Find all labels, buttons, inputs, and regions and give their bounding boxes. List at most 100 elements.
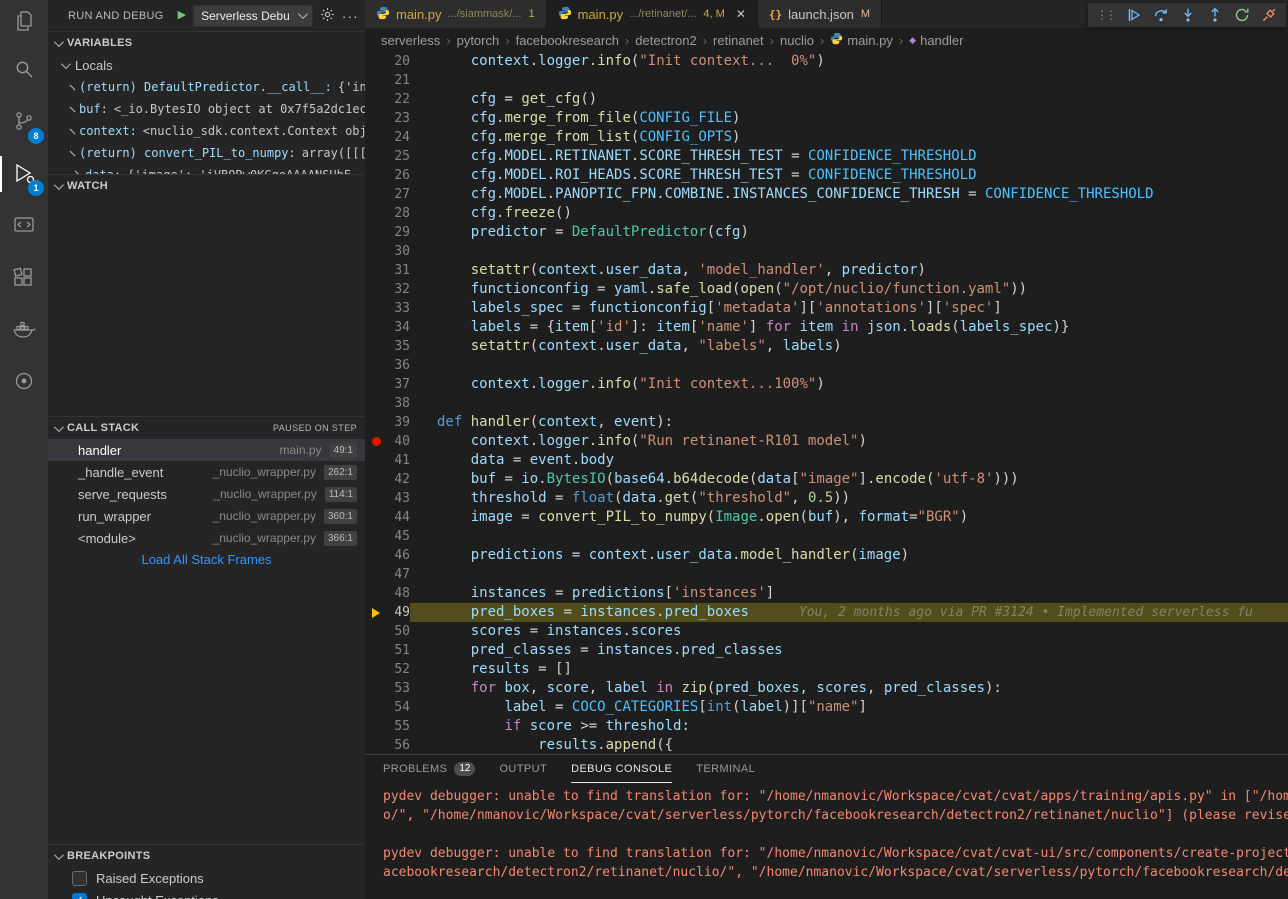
step-into-icon[interactable] — [1179, 6, 1197, 24]
code-line[interactable]: 36 — [365, 356, 1288, 375]
breadcrumb-item[interactable]: nuclio — [780, 33, 814, 48]
code-line[interactable]: 47 — [365, 565, 1288, 584]
watch-header[interactable]: WATCH — [48, 174, 365, 197]
code-line[interactable]: 30 — [365, 242, 1288, 261]
chevron-right-icon[interactable] — [70, 128, 76, 134]
activity-docker[interactable] — [0, 304, 48, 356]
code-line[interactable]: 49 pred_boxes = instances.pred_boxesYou,… — [365, 603, 1288, 622]
code-line[interactable]: 46 predictions = context.user_data.model… — [365, 546, 1288, 565]
breadcrumb-item[interactable]: detectron2 — [635, 33, 696, 48]
activity-remote-explorer[interactable] — [0, 200, 48, 252]
gear-icon[interactable] — [320, 7, 335, 25]
variable-row[interactable]: (return) convert_PIL_to_numpy: array([[[… — [48, 142, 365, 164]
code-line[interactable]: 42 buf = io.BytesIO(base64.b64decode(dat… — [365, 470, 1288, 489]
editor-tab-retinanet-main[interactable]: main.py .../retinanet/... 4, M ✕ — [547, 0, 758, 28]
code-line[interactable]: 26 cfg.MODEL.ROI_HEADS.SCORE_THRESH_TEST… — [365, 166, 1288, 185]
breadcrumb-item[interactable]: main.py — [830, 32, 893, 48]
activity-search[interactable] — [0, 44, 48, 96]
code-line[interactable]: 29 predictor = DefaultPredictor(cfg) — [365, 223, 1288, 242]
chevron-right-icon[interactable] — [70, 106, 76, 112]
checkbox[interactable]: ✓ — [72, 893, 87, 899]
variable-row[interactable]: context: <nuclio_sdk.context.Context obj… — [48, 120, 365, 142]
code-line[interactable]: 48 instances = predictions['instances'] — [365, 584, 1288, 603]
chevron-right-icon[interactable] — [70, 84, 76, 90]
activity-extensions[interactable] — [0, 252, 48, 304]
checkbox[interactable] — [72, 871, 87, 886]
activity-source-control[interactable]: 8 — [0, 96, 48, 148]
breakpoint-row[interactable]: Raised Exceptions — [48, 867, 365, 889]
restart-icon[interactable] — [1233, 6, 1251, 24]
code-line[interactable]: 51 pred_classes = instances.pred_classes — [365, 641, 1288, 660]
breakpoint-icon[interactable] — [372, 437, 381, 446]
code-line[interactable]: 25 cfg.MODEL.RETINANET.SCORE_THRESH_TEST… — [365, 147, 1288, 166]
breadcrumb-item[interactable]: ◆handler — [909, 33, 963, 48]
code-line[interactable]: 23 cfg.merge_from_file(CONFIG_FILE) — [365, 109, 1288, 128]
variable-row[interactable]: data: {'image': 'iVBORw0KGgoAAAANSUhE… — [48, 164, 365, 174]
call-stack-frame[interactable]: serve_requests_nuclio_wrapper.py114:1 — [48, 483, 365, 505]
code-line[interactable]: 33 labels_spec = functionconfig['metadat… — [365, 299, 1288, 318]
drag-grip-icon[interactable]: ⋮⋮ — [1096, 8, 1116, 22]
panel-tab-problems[interactable]: PROBLEMS 12 — [383, 755, 475, 783]
step-over-icon[interactable] — [1152, 6, 1170, 24]
code-line[interactable]: 43 threshold = float(data.get("threshold… — [365, 489, 1288, 508]
code-line[interactable]: 53 for box, score, label in zip(pred_box… — [365, 679, 1288, 698]
code-editor[interactable]: 20 context.logger.info("Init context... … — [365, 52, 1288, 755]
code-line[interactable]: 28 cfg.freeze() — [365, 204, 1288, 223]
variable-row[interactable]: buf: <_io.BytesIO object at 0x7f5a2dc1ec… — [48, 98, 365, 120]
debug-console-output[interactable]: pydev debugger: unable to find translati… — [365, 783, 1288, 882]
code-line[interactable]: 52 results = [] — [365, 660, 1288, 679]
call-stack-frame[interactable]: handlermain.py49:1 — [48, 439, 365, 461]
editor-tab-siammask-main[interactable]: main.py .../siammask/... 1 — [365, 0, 547, 28]
code-line[interactable]: 24 cfg.merge_from_list(CONFIG_OPTS) — [365, 128, 1288, 147]
panel-tab-terminal[interactable]: TERMINAL — [696, 755, 755, 783]
code-line[interactable]: 56 results.append({ — [365, 736, 1288, 755]
call-stack-frame[interactable]: <module>_nuclio_wrapper.py366:1 — [48, 527, 365, 549]
launch-config-dropdown[interactable]: Serverless Debu — [193, 5, 313, 27]
code-line[interactable]: 40 context.logger.info("Run retinanet-R1… — [365, 432, 1288, 451]
code-line[interactable]: 35 setattr(context.user_data, "labels", … — [365, 337, 1288, 356]
close-icon[interactable]: ✕ — [736, 7, 746, 21]
breakpoints-header[interactable]: BREAKPOINTS — [48, 844, 365, 867]
breadcrumb-item[interactable]: pytorch — [457, 33, 500, 48]
step-out-icon[interactable] — [1206, 6, 1224, 24]
code-token — [521, 718, 529, 734]
code-line[interactable]: 37 context.logger.info("Init context...1… — [365, 375, 1288, 394]
call-stack-frame[interactable]: _handle_event_nuclio_wrapper.py262:1 — [48, 461, 365, 483]
variables-header[interactable]: VARIABLES — [48, 31, 365, 54]
disconnect-icon[interactable] — [1260, 6, 1278, 24]
activity-interactive[interactable] — [0, 356, 48, 408]
call-stack-header[interactable]: CALL STACK PAUSED ON STEP — [48, 416, 365, 439]
code-line[interactable]: 50 scores = instances.scores — [365, 622, 1288, 641]
code-line[interactable]: 34 labels = {item['id']: item['name'] fo… — [365, 318, 1288, 337]
panel-tab-output[interactable]: OUTPUT — [499, 755, 547, 783]
breadcrumb-item[interactable]: retinanet — [713, 33, 764, 48]
continue-icon[interactable] — [1125, 6, 1143, 24]
code-line[interactable]: 54 label = COCO_CATEGORIES[int(label)]["… — [365, 698, 1288, 717]
code-line[interactable]: 32 functionconfig = yaml.safe_load(open(… — [365, 280, 1288, 299]
code-line[interactable]: 41 data = event.body — [365, 451, 1288, 470]
breadcrumb-item[interactable]: facebookresearch — [516, 33, 619, 48]
code-line[interactable]: 20 context.logger.info("Init context... … — [365, 52, 1288, 71]
code-line[interactable]: 39def handler(context, event): — [365, 413, 1288, 432]
breakpoint-row[interactable]: ✓Uncaught Exceptions — [48, 889, 365, 899]
call-stack-frame[interactable]: run_wrapper_nuclio_wrapper.py360:1 — [48, 505, 365, 527]
variable-row[interactable]: (return) DefaultPredictor.__call__: {'in… — [48, 76, 365, 98]
code-line[interactable]: 27 cfg.MODEL.PANOPTIC_FPN.COMBINE.INSTAN… — [365, 185, 1288, 204]
chevron-right-icon[interactable] — [70, 150, 76, 156]
scope-locals[interactable]: Locals — [48, 54, 365, 76]
code-line[interactable]: 31 setattr(context.user_data, 'model_han… — [365, 261, 1288, 280]
load-all-stack-frames-link[interactable]: Load All Stack Frames — [48, 549, 365, 571]
code-line[interactable]: 21 — [365, 71, 1288, 90]
editor-tab-launch-json[interactable]: {} launch.json M — [758, 0, 882, 28]
code-line[interactable]: 55 if score >= threshold: — [365, 717, 1288, 736]
activity-run-and-debug[interactable]: 1 — [0, 148, 48, 200]
more-actions-icon[interactable]: ··· — [342, 8, 359, 24]
activity-explorer[interactable] — [0, 0, 48, 44]
start-debug-icon[interactable]: ▶ — [178, 10, 186, 21]
panel-tab-debug-console[interactable]: DEBUG CONSOLE — [571, 755, 672, 783]
code-line[interactable]: 44 image = convert_PIL_to_numpy(Image.op… — [365, 508, 1288, 527]
code-line[interactable]: 45 — [365, 527, 1288, 546]
code-line[interactable]: 38 — [365, 394, 1288, 413]
code-line[interactable]: 22 cfg = get_cfg() — [365, 90, 1288, 109]
breadcrumb-item[interactable]: serverless — [381, 33, 440, 48]
